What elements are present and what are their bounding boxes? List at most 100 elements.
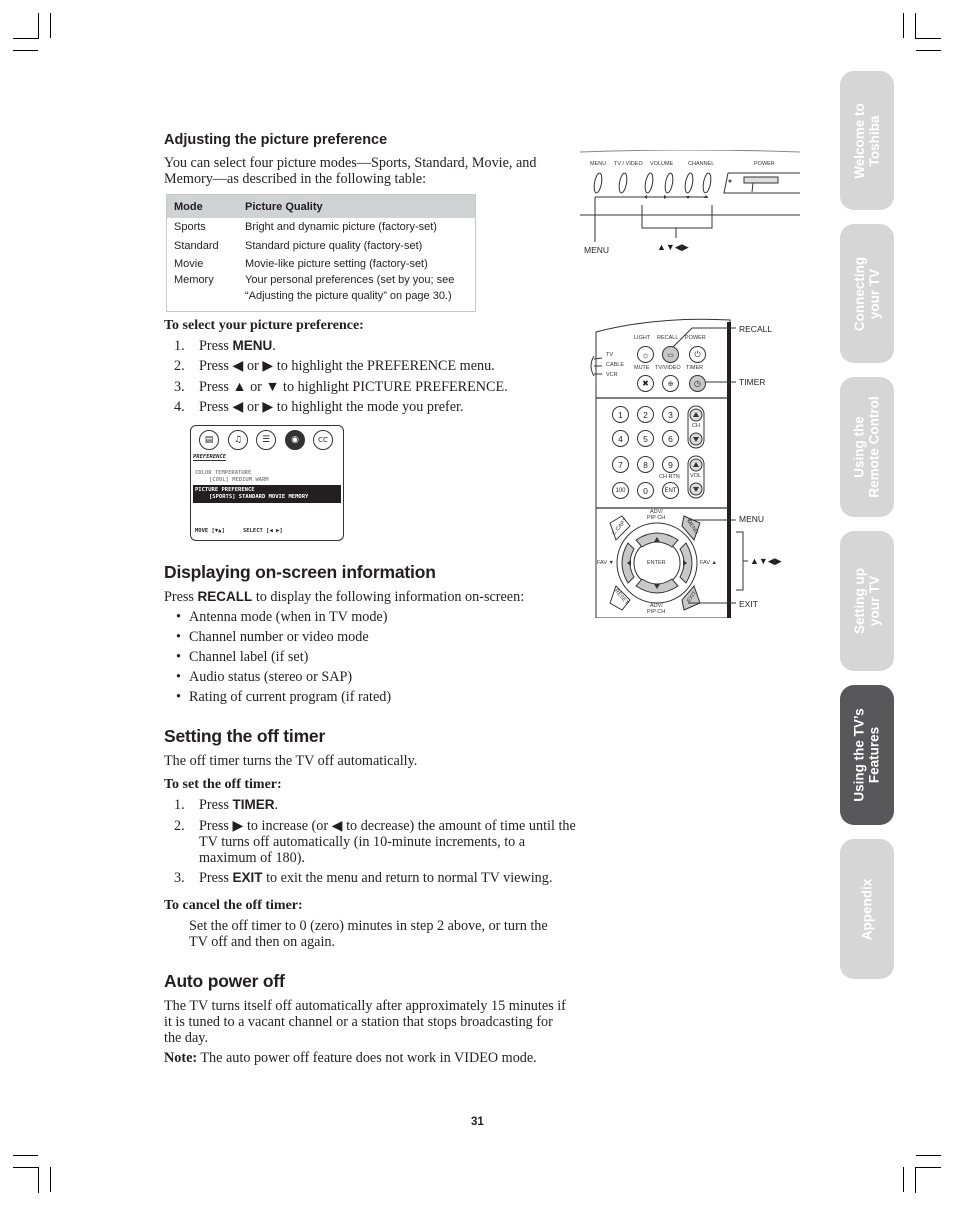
step-number: 4. bbox=[174, 399, 185, 415]
procedure-title: To cancel the off timer: bbox=[164, 898, 303, 913]
key-4[interactable]: 4 bbox=[612, 430, 629, 447]
tab-using-the-tvs-features[interactable]: Using the TV’s Features bbox=[840, 685, 894, 825]
step-text: Press ◀ or ▶ to highlight the PREFERENCE… bbox=[199, 358, 495, 374]
remote-label-power: POWER bbox=[685, 335, 706, 341]
note-text: The auto power off feature does not work… bbox=[197, 1050, 537, 1066]
mute-icon: ✖ bbox=[642, 379, 649, 388]
panel-label-volume: VOLUME bbox=[650, 161, 674, 167]
osd-picture-pref-options: [SPORTS] STANDARD MOVIE MEMORY bbox=[209, 494, 309, 500]
step-text: TV turns off automatically (in 10-minute… bbox=[199, 834, 526, 850]
note: Note: The auto power off feature does no… bbox=[164, 1050, 537, 1066]
tab-label: Welcome to Toshiba bbox=[852, 103, 882, 179]
timer-button[interactable]: ◷ bbox=[689, 375, 706, 392]
key-5[interactable]: 5 bbox=[637, 430, 654, 447]
key-1[interactable]: 1 bbox=[612, 406, 629, 423]
bullet-text: Audio status (stereo or SAP) bbox=[189, 669, 353, 685]
panel-label-power: POWER bbox=[754, 161, 775, 167]
bullet-text: Channel number or video mode bbox=[189, 629, 369, 645]
power-button[interactable]: ⏻ bbox=[689, 346, 706, 363]
key-6[interactable]: 6 bbox=[662, 430, 679, 447]
remote-control-illustration: LIGHT RECALL POWER ☼ ▭ ⏻ TV CABLE VCR MU… bbox=[588, 318, 788, 618]
step-number: 2. bbox=[174, 358, 185, 374]
setup-icon: ☰ bbox=[256, 430, 276, 450]
intro-line: Memory—as described in the following tab… bbox=[164, 171, 427, 187]
tv-video-button[interactable]: ⊕ bbox=[662, 375, 679, 392]
tab-label: Using the TV’s Features bbox=[852, 708, 882, 801]
panel-label-channel: CHANNEL bbox=[688, 161, 715, 167]
osd-menu-title: PREFERENCE bbox=[193, 454, 227, 461]
step-number: 3. bbox=[174, 379, 185, 395]
column-header: Picture Quality bbox=[245, 201, 323, 213]
mute-button[interactable]: ✖ bbox=[637, 375, 654, 392]
tab-label-line: Connecting bbox=[852, 256, 867, 331]
subsection-heading: Adjusting the picture preference bbox=[164, 132, 388, 148]
bullet-text: Antenna mode (when in TV mode) bbox=[189, 609, 388, 625]
panel-label-menu: MENU bbox=[590, 161, 607, 167]
recall-button[interactable]: ▭ bbox=[662, 346, 679, 363]
step-number: 1. bbox=[174, 797, 185, 813]
bullet-text: Rating of current program (if rated) bbox=[189, 689, 392, 705]
intro-text: to display the following information on-… bbox=[252, 589, 525, 605]
step-text: maximum of 180). bbox=[199, 850, 305, 866]
tab-label: Setting up your TV bbox=[852, 568, 882, 634]
callout-menu: MENU bbox=[584, 245, 610, 255]
key-9[interactable]: 9 bbox=[662, 456, 679, 473]
light-button[interactable]: ☼ bbox=[637, 346, 654, 363]
key-ent[interactable]: ENT bbox=[662, 482, 679, 499]
bullet-text: Channel label (if set) bbox=[189, 649, 309, 665]
picture-icon: ▤ bbox=[199, 430, 219, 450]
paragraph-line: the day. bbox=[164, 1030, 208, 1046]
key-8[interactable]: 8 bbox=[637, 456, 654, 473]
key-name: TIMER bbox=[232, 797, 275, 812]
ch-rtn-label: CH RTN bbox=[659, 474, 680, 480]
step-item: 3. Press ▲ or ▼ to highlight PICTURE PRE… bbox=[174, 379, 574, 395]
step-number: 3. bbox=[174, 870, 185, 886]
step-item: 2. Press ▶ to increase (or ◀ to decrease… bbox=[174, 818, 576, 868]
step-item: 2. Press ◀ or ▶ to highlight the PREFERE… bbox=[174, 358, 574, 374]
key-100[interactable]: 100 bbox=[612, 482, 629, 499]
table-cell-quality: “Adjusting the picture quality” on page … bbox=[245, 290, 452, 302]
cancel-text: TV off and then on again. bbox=[189, 934, 336, 950]
tv-front-panel-illustration: MENU TV / VIDEO VOLUME CHANNEL POWER MEN… bbox=[580, 150, 800, 260]
enter-button[interactable]: ENTER bbox=[647, 560, 666, 566]
tab-using-the-remote-control[interactable]: Using the Remote Control bbox=[840, 377, 894, 517]
step-item: 3. Press EXIT to exit the menu and retur… bbox=[174, 870, 574, 886]
tab-appendix[interactable]: Appendix bbox=[840, 839, 894, 979]
section-heading: Auto power off bbox=[164, 971, 285, 991]
section-heading: Displaying on-screen information bbox=[164, 562, 436, 582]
intro-text: Press bbox=[164, 589, 198, 605]
tab-label: Appendix bbox=[859, 878, 875, 940]
table-cell-quality: Standard picture quality (factory-set) bbox=[245, 240, 423, 252]
cancel-text: Set the off timer to 0 (zero) minutes in… bbox=[189, 918, 548, 934]
remote-label-timer: TIMER bbox=[686, 365, 704, 371]
key-3[interactable]: 3 bbox=[662, 406, 679, 423]
tab-label: Connecting your TV bbox=[852, 256, 882, 330]
step-text: Press bbox=[199, 338, 233, 354]
step-item: 1. Press MENU. bbox=[174, 338, 574, 354]
tab-connecting-your-tv[interactable]: Connecting your TV bbox=[840, 224, 894, 363]
picture-mode-table: Mode Picture Quality Sports Bright and d… bbox=[166, 194, 476, 312]
osd-picture-pref-label: PICTURE PREFERENCE bbox=[195, 487, 255, 493]
key-name: RECALL bbox=[197, 589, 253, 604]
tab-label-line: Using the bbox=[852, 416, 867, 478]
tab-label-line: Remote Control bbox=[867, 396, 882, 498]
mode-vcr: VCR bbox=[606, 372, 618, 378]
light-icon: ☼ bbox=[641, 349, 650, 360]
onscreen-menu-illustration: ▤ ♫ ☰ ◉ CC PREFERENCE COLOR TEMPERATURE … bbox=[190, 425, 344, 541]
key-0[interactable]: 0 bbox=[637, 482, 654, 499]
tab-welcome-to-toshiba[interactable]: Welcome to Toshiba bbox=[840, 71, 894, 210]
tab-setting-up-your-tv[interactable]: Setting up your TV bbox=[840, 531, 894, 671]
key-2[interactable]: 2 bbox=[637, 406, 654, 423]
key-7[interactable]: 7 bbox=[612, 456, 629, 473]
vol-label: VOL bbox=[690, 473, 702, 479]
callout-arrows: ▲▼◀▶ bbox=[657, 242, 689, 252]
osd-color-temp-options: [COOL] MEDIUM WARM bbox=[209, 477, 269, 483]
step-text: Press ▲ or ▼ to highlight PICTURE PREFER… bbox=[199, 379, 508, 395]
tab-label-line: Toshiba bbox=[867, 115, 883, 166]
key-name: EXIT bbox=[232, 870, 263, 885]
tab-label-line: Features bbox=[867, 726, 883, 784]
audio-icon: ♫ bbox=[228, 430, 248, 450]
clock-icon: ◷ bbox=[694, 379, 701, 388]
procedure-title: To set the off timer: bbox=[164, 777, 282, 792]
paragraph-line: it is tuned to a vacant channel or a sta… bbox=[164, 1014, 553, 1030]
